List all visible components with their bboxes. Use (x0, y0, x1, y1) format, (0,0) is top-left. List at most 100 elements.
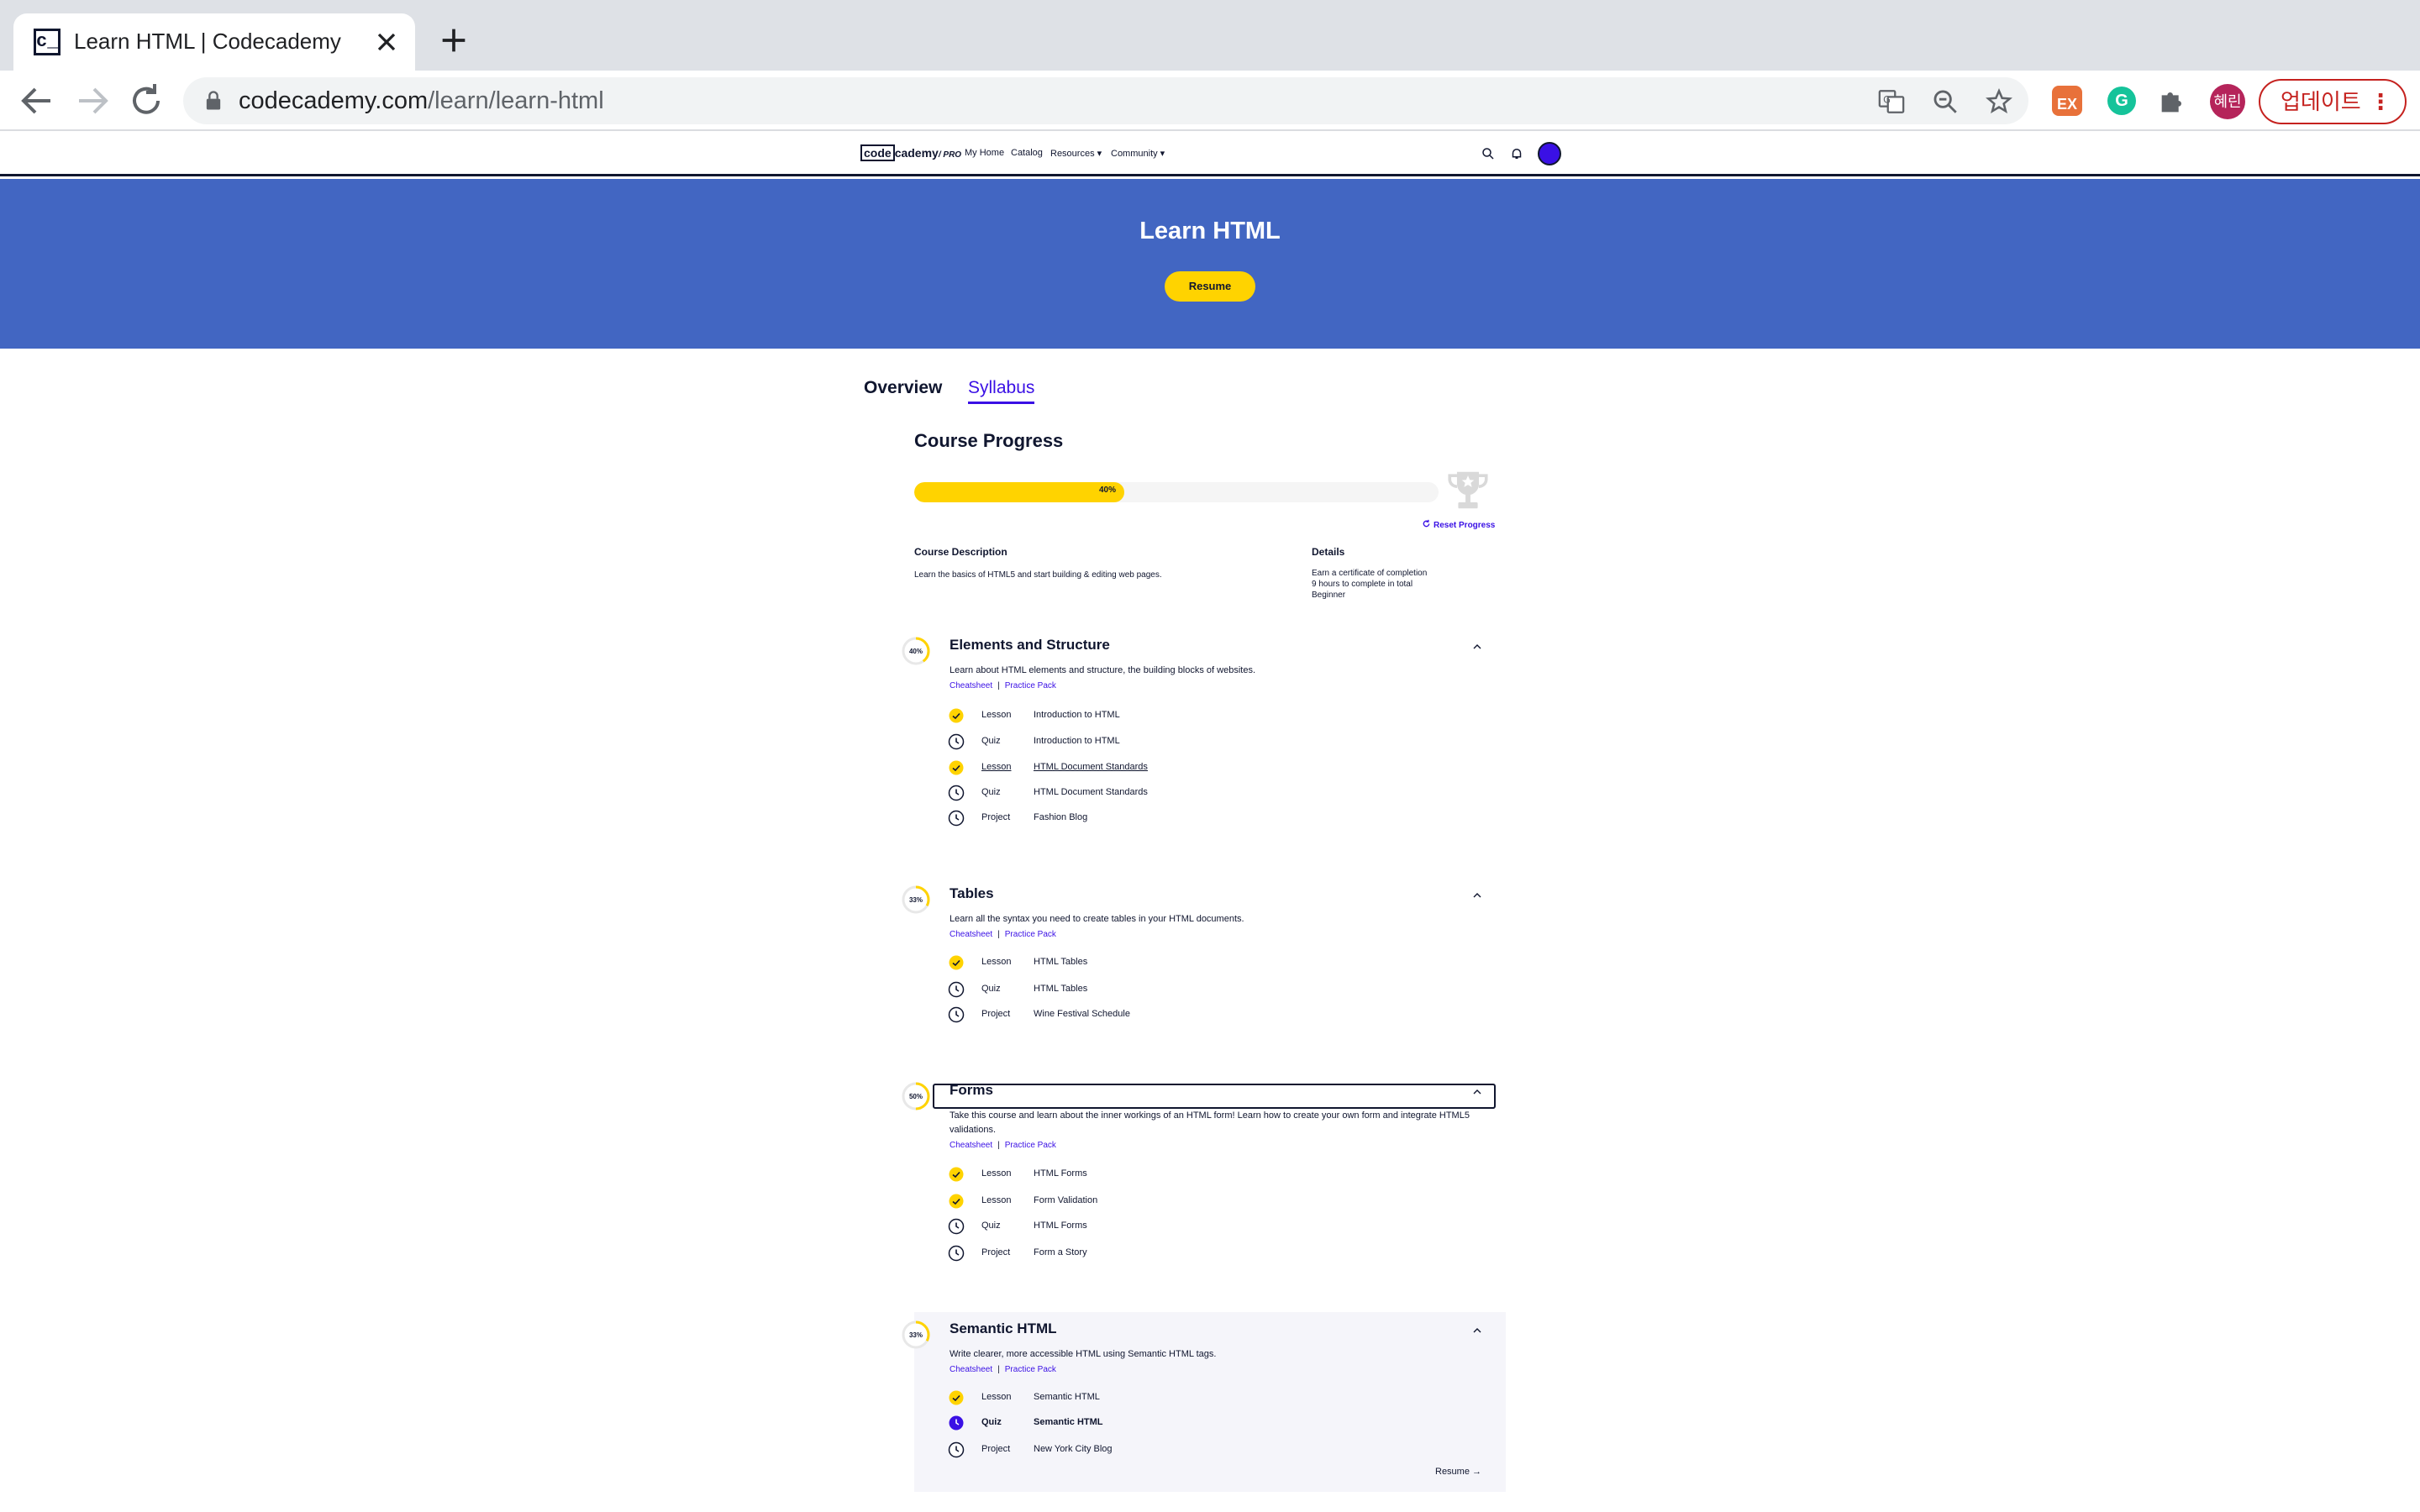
module-progress-circle: 33% (901, 1320, 931, 1350)
check-circle-icon (949, 1194, 964, 1209)
nav-resources[interactable]: Resources ▾ (1050, 148, 1102, 159)
bookmark-star-icon[interactable] (1985, 87, 2013, 116)
translate-icon[interactable]: G (1877, 87, 1906, 116)
syllabus-item[interactable]: Project Form a Story (948, 1243, 1368, 1263)
cheatsheet-link[interactable]: Cheatsheet (950, 681, 992, 690)
codecademy-logo[interactable]: code cademy/ PRO (860, 144, 962, 161)
syllabus-item[interactable]: Lesson HTML Forms (948, 1164, 1368, 1184)
syllabus-item[interactable]: Quiz Introduction to HTML (948, 732, 1368, 752)
chevron-up-icon[interactable] (1470, 1085, 1484, 1099)
syllabus-item[interactable]: Quiz HTML Tables (948, 979, 1368, 1000)
avatar[interactable] (1538, 142, 1561, 165)
syllabus-item[interactable]: Lesson Semantic HTML (948, 1388, 1368, 1408)
item-name[interactable]: Introduction to HTML (1034, 710, 1120, 720)
syllabus-item[interactable]: Project Wine Festival Schedule (948, 1005, 1368, 1025)
update-button[interactable]: 업데이트 ⋮ (2259, 79, 2407, 124)
syllabus-item[interactable]: Quiz HTML Forms (948, 1216, 1368, 1236)
ex-extension-icon[interactable]: EX (2052, 86, 2082, 116)
chevron-up-icon[interactable] (1470, 889, 1484, 902)
progress-percent: 40% (1099, 486, 1117, 495)
course-title: Learn HTML (1139, 218, 1281, 244)
module-description: Write clearer, more accessible HTML usin… (950, 1349, 1217, 1359)
item-name[interactable]: Wine Festival Schedule (1034, 1009, 1130, 1019)
extensions-puzzle-icon[interactable] (2156, 84, 2190, 118)
details-level: Beginner (1312, 591, 1346, 600)
forward-arrow-icon[interactable] (72, 81, 113, 121)
nav-catalog[interactable]: Catalog (1011, 148, 1043, 158)
nav-community[interactable]: Community ▾ (1111, 148, 1165, 159)
reset-progress-label: Reset Progress (1434, 521, 1496, 530)
syllabus-item[interactable]: Quiz Semantic HTML (948, 1413, 1368, 1433)
cheatsheet-link[interactable]: Cheatsheet (950, 1365, 992, 1374)
item-type: Quiz (981, 1417, 1002, 1427)
module-progress-ring: 40% (902, 637, 930, 665)
course-description-text: Learn the basics of HTML5 and start buil… (914, 570, 1162, 580)
search-icon[interactable] (1481, 146, 1496, 161)
module-progress-ring: 50% (902, 1082, 930, 1110)
cheatsheet-link[interactable]: Cheatsheet (950, 930, 992, 939)
item-name[interactable]: Fashion Blog (1034, 812, 1087, 822)
practice-pack-link[interactable]: Practice Pack (1005, 930, 1056, 939)
practice-pack-link[interactable]: Practice Pack (1005, 1141, 1056, 1150)
resume-button[interactable]: Resume (1165, 271, 1255, 302)
item-name[interactable]: HTML Document Standards (1034, 787, 1148, 797)
tab-syllabus[interactable]: Syllabus (968, 378, 1035, 404)
syllabus-item[interactable]: Lesson Form Validation (948, 1191, 1368, 1211)
close-icon[interactable] (371, 27, 402, 57)
module-title[interactable]: Forms (950, 1082, 993, 1099)
item-name[interactable]: HTML Tables (1034, 984, 1087, 994)
item-name[interactable]: HTML Forms (1034, 1221, 1087, 1231)
syllabus-item[interactable]: Lesson HTML Document Standards (948, 758, 1368, 778)
reload-icon[interactable] (126, 81, 166, 121)
chevron-up-icon[interactable] (1470, 1324, 1484, 1337)
module-title[interactable]: Tables (950, 885, 994, 902)
lock-icon (206, 91, 221, 110)
module-progress-ring: 33% (902, 885, 930, 914)
practice-pack-link[interactable]: Practice Pack (1005, 1365, 1056, 1374)
clock-circle-icon (948, 733, 965, 750)
item-name[interactable]: Form a Story (1034, 1247, 1087, 1257)
chevron-up-icon[interactable] (1470, 640, 1484, 654)
logo-cademy: cademy (894, 146, 939, 160)
item-name[interactable]: New York City Blog (1034, 1444, 1113, 1454)
check-circle-icon (949, 1390, 964, 1405)
back-arrow-icon[interactable] (17, 81, 57, 121)
hero-banner: Learn HTML Resume (0, 179, 2420, 349)
module-title[interactable]: Elements and Structure (950, 637, 1110, 654)
syllabus-item[interactable]: Quiz HTML Document Standards (948, 783, 1368, 803)
item-type: Quiz (981, 787, 1001, 797)
item-name[interactable]: Introduction to HTML (1034, 736, 1120, 746)
bell-icon[interactable] (1509, 146, 1524, 161)
address-bar[interactable]: codecademy.com/learn/learn-html G (183, 77, 2028, 124)
zoom-out-icon[interactable] (1931, 87, 1960, 116)
syllabus-item[interactable]: Project Fashion Blog (948, 808, 1368, 828)
practice-pack-link[interactable]: Practice Pack (1005, 681, 1056, 690)
nav-my-home[interactable]: My Home (965, 148, 1004, 158)
clock-circle-icon (948, 981, 965, 998)
item-name[interactable]: Semantic HTML (1034, 1392, 1100, 1402)
grammarly-extension-icon[interactable]: G (2107, 87, 2136, 115)
more-menu-icon[interactable]: ⋮ (2370, 81, 2391, 123)
profile-avatar[interactable]: 혜린 (2210, 84, 2245, 119)
details-heading: Details (1312, 546, 1345, 558)
logo-pro: / PRO (938, 150, 962, 160)
syllabus-item[interactable]: Lesson Introduction to HTML (948, 706, 1368, 726)
item-type: Lesson (981, 1195, 1012, 1205)
module-title[interactable]: Semantic HTML (950, 1320, 1057, 1337)
item-type: Quiz (981, 1221, 1001, 1231)
reset-progress-link[interactable]: Reset Progress (1422, 519, 1495, 530)
tab-overview[interactable]: Overview (864, 378, 942, 398)
item-name[interactable]: Semantic HTML (1034, 1417, 1103, 1427)
item-name[interactable]: HTML Forms (1034, 1168, 1087, 1179)
item-name[interactable]: Form Validation (1034, 1195, 1097, 1205)
browser-tab[interactable]: c_ Learn HTML | Codecademy (13, 13, 415, 71)
item-type: Lesson (981, 762, 1012, 772)
syllabus-item[interactable]: Project New York City Blog (948, 1440, 1368, 1460)
new-tab-icon[interactable] (437, 24, 471, 57)
cheatsheet-link[interactable]: Cheatsheet (950, 1141, 992, 1150)
item-name[interactable]: HTML Tables (1034, 957, 1087, 967)
syllabus-item[interactable]: Lesson HTML Tables (948, 953, 1368, 973)
svg-text:33%: 33% (909, 896, 923, 904)
item-name[interactable]: HTML Document Standards (1034, 762, 1148, 772)
module-resume-link[interactable]: Resume → (1435, 1467, 1481, 1477)
